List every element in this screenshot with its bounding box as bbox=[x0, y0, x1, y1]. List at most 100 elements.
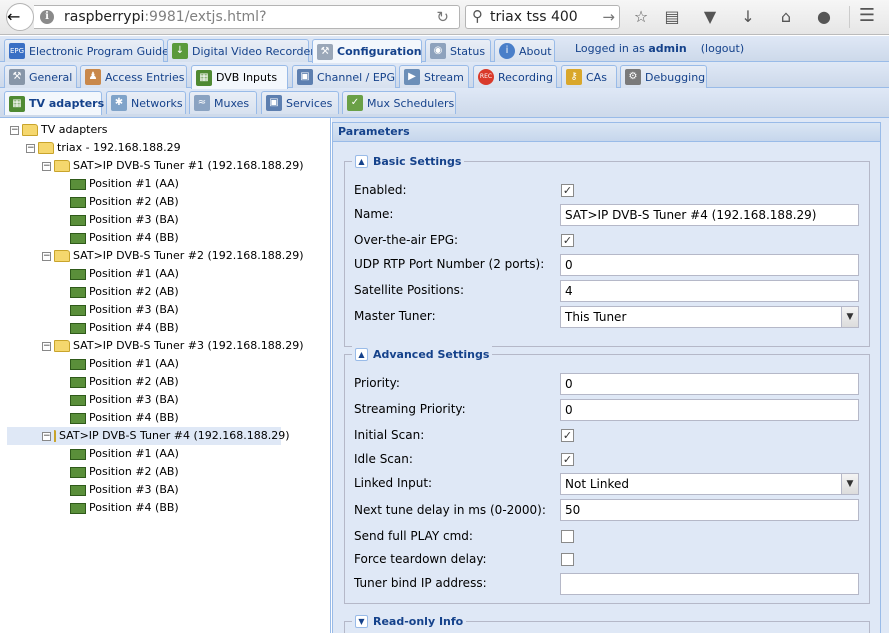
readonly-info-legend[interactable]: ▼ Read-only Info bbox=[352, 613, 467, 629]
scheduler-icon: ✓ bbox=[347, 95, 363, 111]
initial-scan-checkbox[interactable]: ✓ bbox=[561, 429, 574, 442]
tab-epg[interactable]: EPG Electronic Program Guide bbox=[4, 39, 169, 62]
tree-position[interactable]: Position #3 (BA) bbox=[70, 211, 179, 229]
tree-position-label: Position #4 (BB) bbox=[89, 231, 179, 244]
tab-dvr[interactable]: ↓ Digital Video Recorder bbox=[167, 39, 315, 62]
tree-position[interactable]: Position #1 (AA) bbox=[70, 175, 179, 193]
tree-position[interactable]: Position #2 (AB) bbox=[70, 373, 179, 391]
tree-root[interactable]: − TV adapters bbox=[10, 121, 108, 139]
advanced-settings-legend[interactable]: ▲ Advanced Settings bbox=[352, 346, 493, 362]
chat-icon[interactable]: ● bbox=[813, 6, 835, 28]
ota-epg-label: Over-the-air EPG: bbox=[354, 233, 459, 247]
tab-debugging[interactable]: ⚙ Debugging bbox=[620, 65, 707, 88]
tab-about[interactable]: i About bbox=[494, 39, 555, 62]
collapse-icon[interactable]: ▲ bbox=[355, 347, 368, 361]
tree-position[interactable]: Position #3 (BA) bbox=[70, 481, 179, 499]
tab-general[interactable]: ⚒ General bbox=[4, 65, 77, 88]
tab-dvb-inputs[interactable]: ▦ DVB Inputs bbox=[191, 65, 288, 89]
tab-stream-label: Stream bbox=[424, 70, 464, 84]
tab-muxes[interactable]: ≈ Muxes bbox=[189, 91, 257, 114]
tree-position[interactable]: Position #4 (BB) bbox=[70, 319, 179, 337]
logout-link[interactable]: (logout) bbox=[701, 42, 744, 55]
teardown-delay-checkbox[interactable] bbox=[561, 553, 574, 566]
tab-status[interactable]: ◉ Status bbox=[425, 39, 491, 62]
url-bar[interactable]: i raspberrypi:9981/extjs.html? ↻ bbox=[34, 5, 460, 29]
search-input[interactable]: triax tss 400 bbox=[490, 9, 578, 25]
rec-icon: REC bbox=[478, 69, 494, 85]
name-field[interactable]: SAT>IP DVB-S Tuner #4 (192.168.188.29) bbox=[560, 204, 859, 226]
home-icon[interactable]: ⌂ bbox=[775, 6, 797, 28]
expand-icon[interactable]: ▼ bbox=[355, 614, 368, 628]
tree-position[interactable]: Position #3 (BA) bbox=[70, 391, 179, 409]
priority-field[interactable]: 0 bbox=[560, 373, 859, 395]
tab-configuration[interactable]: ⚒ Configuration bbox=[312, 39, 422, 63]
downloads-icon[interactable]: ↓ bbox=[737, 6, 759, 28]
chevron-down-icon[interactable]: ▼ bbox=[841, 307, 858, 327]
collapse-toggle-icon[interactable]: − bbox=[42, 161, 51, 171]
tree-position[interactable]: Position #4 (BB) bbox=[70, 409, 179, 427]
basic-settings-legend[interactable]: ▲ Basic Settings bbox=[352, 153, 465, 169]
tree-position[interactable]: Position #1 (AA) bbox=[70, 445, 179, 463]
tab-mux-schedulers[interactable]: ✓ Mux Schedulers bbox=[342, 91, 456, 114]
bind-ip-field[interactable] bbox=[560, 573, 859, 595]
adapter-tree: − TV adapters − triax - 192.168.188.29− SAT>… bbox=[0, 118, 331, 633]
satellite-positions-field[interactable]: 4 bbox=[560, 280, 859, 302]
tab-access-entries[interactable]: ♟ Access Entries bbox=[80, 65, 187, 88]
tree-root-label: TV adapters bbox=[41, 123, 108, 136]
collapse-toggle-icon[interactable]: − bbox=[42, 251, 51, 261]
tree-tuner[interactable]: − SAT>IP DVB-S Tuner #1 (192.168.188.29) bbox=[42, 157, 304, 175]
collapse-toggle-icon[interactable]: − bbox=[10, 125, 19, 135]
tree-position[interactable]: Position #2 (AB) bbox=[70, 463, 179, 481]
idle-scan-label: Idle Scan: bbox=[354, 452, 413, 466]
tree-position[interactable]: Position #4 (BB) bbox=[70, 499, 179, 517]
tree-position[interactable]: Position #1 (AA) bbox=[70, 265, 179, 283]
tree-position-label: Position #4 (BB) bbox=[89, 501, 179, 514]
linked-input-select[interactable]: Not Linked ▼ bbox=[560, 473, 859, 495]
streaming-priority-field[interactable]: 0 bbox=[560, 399, 859, 421]
name-label: Name: bbox=[354, 207, 394, 221]
next-tune-delay-field[interactable]: 50 bbox=[560, 499, 859, 521]
master-tuner-select[interactable]: This Tuner ▼ bbox=[560, 306, 859, 328]
hamburger-menu-icon[interactable]: ☰ bbox=[856, 5, 878, 27]
tree-position[interactable]: Position #3 (BA) bbox=[70, 301, 179, 319]
tv-icon: ▣ bbox=[297, 69, 313, 85]
search-go-icon[interactable]: → bbox=[602, 8, 615, 26]
site-info-icon[interactable]: i bbox=[40, 10, 54, 24]
tab-cas[interactable]: ⚷ CAs bbox=[561, 65, 617, 88]
tree-tuner[interactable]: − SAT>IP DVB-S Tuner #4 (192.168.188.29) bbox=[7, 427, 290, 445]
tab-networks[interactable]: ✱ Networks bbox=[106, 91, 186, 114]
ota-epg-checkbox[interactable]: ✓ bbox=[561, 234, 574, 247]
collapse-toggle-icon[interactable]: − bbox=[42, 341, 51, 351]
tree-position[interactable]: Position #2 (AB) bbox=[70, 283, 179, 301]
tab-services-label: Services bbox=[286, 96, 333, 110]
collapse-toggle-icon[interactable]: − bbox=[26, 143, 35, 153]
master-tuner-value: This Tuner bbox=[565, 310, 627, 324]
tuner-card-icon bbox=[70, 196, 86, 208]
tab-recording[interactable]: REC Recording bbox=[473, 65, 557, 88]
udp-port-label: UDP RTP Port Number (2 ports): bbox=[354, 257, 545, 271]
chevron-down-icon[interactable]: ▼ bbox=[841, 474, 858, 494]
tree-position[interactable]: Position #4 (BB) bbox=[70, 229, 179, 247]
tab-channel-epg[interactable]: ▣ Channel / EPG bbox=[292, 65, 396, 88]
full-play-checkbox[interactable] bbox=[561, 530, 574, 543]
pocket-icon[interactable]: ▼ bbox=[699, 6, 721, 28]
tab-stream[interactable]: ▶ Stream bbox=[399, 65, 469, 88]
tree-tuner[interactable]: − SAT>IP DVB-S Tuner #2 (192.168.188.29) bbox=[42, 247, 304, 265]
enabled-checkbox[interactable]: ✓ bbox=[561, 184, 574, 197]
collapse-icon[interactable]: ▲ bbox=[355, 154, 368, 168]
search-box[interactable]: ⚲ triax tss 400 → bbox=[465, 5, 620, 29]
tree-position[interactable]: Position #1 (AA) bbox=[70, 355, 179, 373]
reload-icon[interactable]: ↻ bbox=[436, 8, 449, 26]
idle-scan-checkbox[interactable]: ✓ bbox=[561, 453, 574, 466]
tab-services[interactable]: ▣ Services bbox=[261, 91, 339, 114]
tuner-card-icon bbox=[70, 286, 86, 298]
reading-list-icon[interactable]: ▤ bbox=[661, 6, 683, 28]
tab-tv-adapters[interactable]: ▦ TV adapters bbox=[4, 91, 104, 115]
tree-device[interactable]: − triax - 192.168.188.29 bbox=[26, 139, 181, 157]
bookmark-star-icon[interactable]: ☆ bbox=[630, 6, 652, 28]
tree-tuner[interactable]: − SAT>IP DVB-S Tuner #3 (192.168.188.29) bbox=[42, 337, 304, 355]
collapse-toggle-icon[interactable]: − bbox=[42, 431, 51, 441]
back-arrow-icon[interactable]: ← bbox=[6, 3, 34, 31]
tree-position[interactable]: Position #2 (AB) bbox=[70, 193, 179, 211]
udp-port-field[interactable]: 0 bbox=[560, 254, 859, 276]
